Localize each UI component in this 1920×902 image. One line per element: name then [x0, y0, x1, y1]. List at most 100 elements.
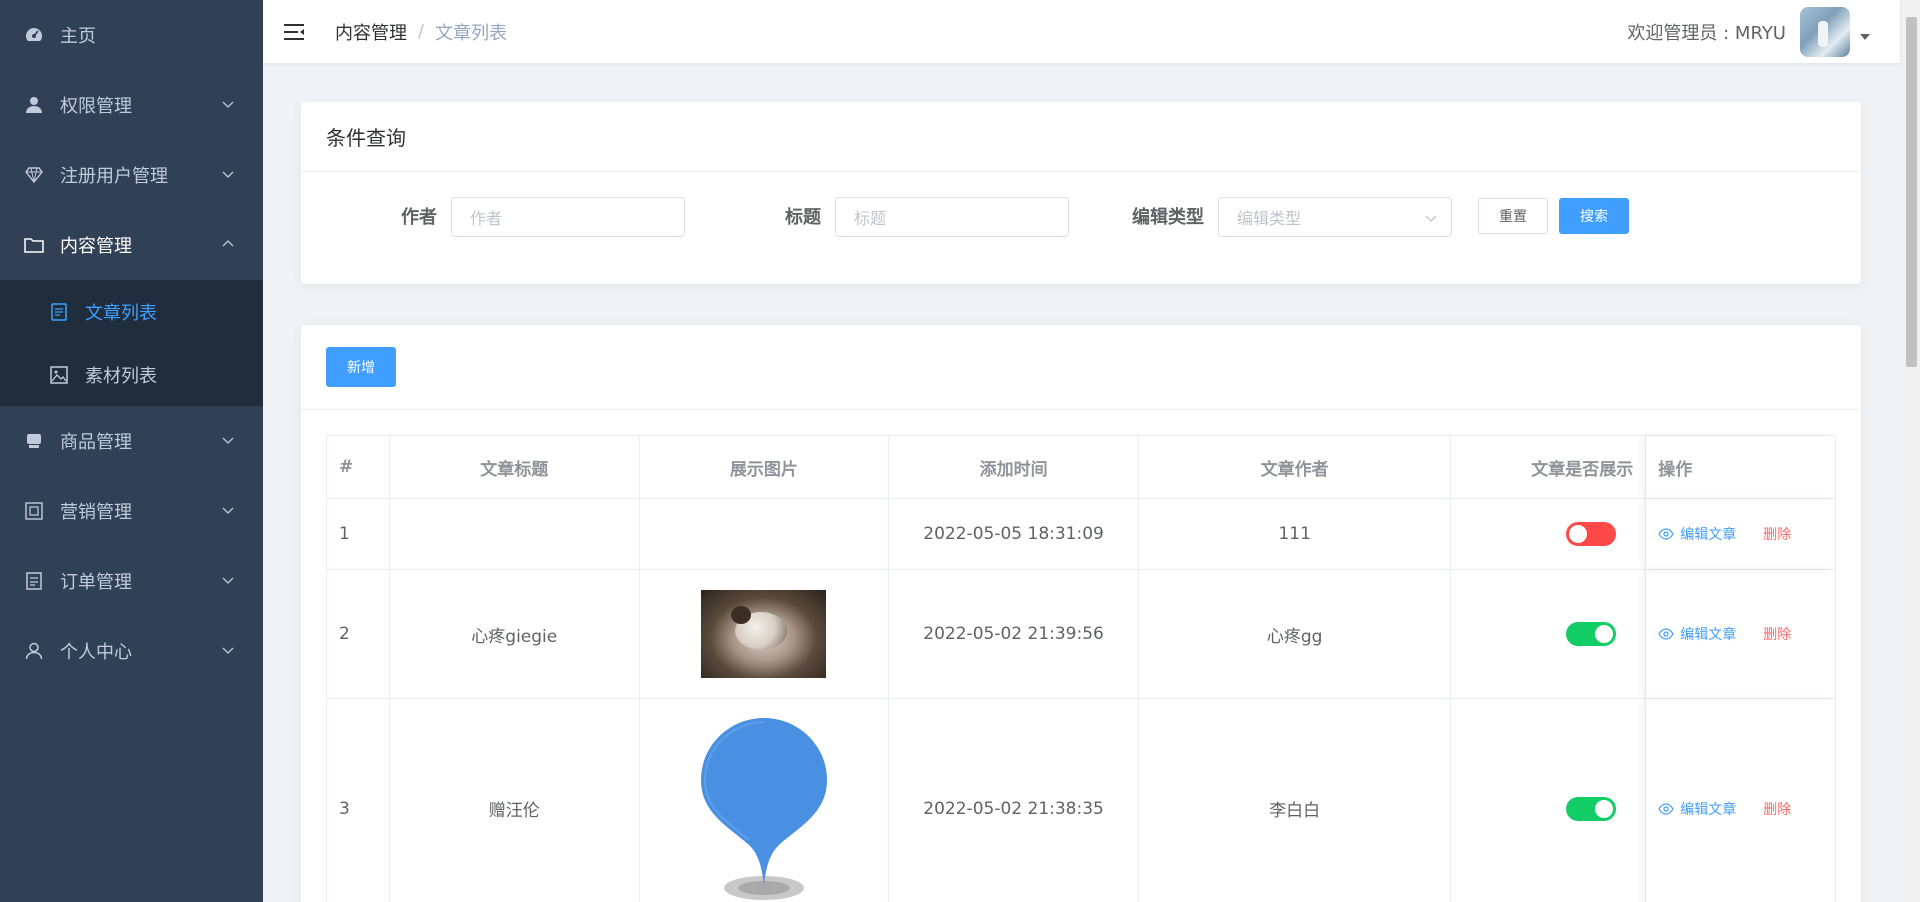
sidebar-item-label: 素材列表: [85, 365, 157, 387]
eye-icon: [1658, 628, 1674, 640]
add-button[interactable]: 新增: [326, 347, 396, 387]
content-submenu: 文章列表 素材列表: [0, 280, 263, 406]
row-actions: 编辑文章 删除: [1646, 699, 1835, 902]
title-placeholder: 标题: [854, 209, 887, 228]
chevron-down-icon: [222, 577, 234, 584]
dashboard-icon: [24, 25, 44, 45]
sidebar-item-label: 主页: [60, 26, 96, 47]
chevron-down-icon: [1425, 215, 1437, 222]
query-card: 条件查询 作者 作者 标题 标题 编辑类型 编辑类型 重置 搜索: [301, 102, 1861, 284]
row-image-empty: [640, 499, 890, 569]
sidebar-item-products[interactable]: 商品管理: [0, 406, 263, 476]
shop-icon: [24, 431, 44, 451]
delete-link[interactable]: 删除: [1763, 624, 1791, 644]
row-index: 1: [327, 499, 390, 569]
sidebar-item-registered-users[interactable]: 注册用户管理: [0, 140, 263, 210]
row-author: 李白白: [1139, 699, 1452, 902]
top-header: 内容管理 / 文章列表 欢迎管理员 : MRYU: [263, 0, 1900, 63]
article-icon: [49, 302, 69, 322]
row-image-cell: [640, 570, 890, 698]
column-header-time: 添加时间: [889, 436, 1139, 498]
sidebar-item-label: 文章列表: [85, 302, 157, 324]
author-input[interactable]: 作者: [451, 197, 685, 237]
welcome-text: 欢迎管理员 : MRYU: [1627, 22, 1786, 44]
table-row: 3 赠汪伦 2022-05-02 21:38:35 李白白 编辑文章 删除: [327, 699, 1835, 902]
column-header-title: 文章标题: [390, 436, 640, 498]
row-index: 2: [327, 570, 390, 698]
query-form: 作者 作者 标题 标题 编辑类型 编辑类型 重置 搜索: [301, 197, 1861, 239]
search-button[interactable]: 搜索: [1559, 198, 1629, 234]
table-header: # 文章标题 展示图片 添加时间 文章作者 文章是否展示 操作: [327, 436, 1835, 499]
sidebar-item-label: 商品管理: [60, 432, 132, 453]
row-title: [390, 499, 640, 569]
row-shown-cell: [1451, 499, 1647, 569]
chevron-down-icon: [222, 101, 234, 108]
article-table: # 文章标题 展示图片 添加时间 文章作者 文章是否展示 操作 1 2022-0…: [326, 435, 1836, 902]
type-label: 编辑类型: [1132, 207, 1204, 228]
sidebar-item-label: 注册用户管理: [60, 166, 168, 187]
cat-photo: [701, 590, 827, 678]
column-header-image: 展示图片: [640, 436, 890, 498]
sidebar-item-marketing[interactable]: 营销管理: [0, 476, 263, 546]
column-header-shown: 文章是否展示: [1451, 436, 1647, 498]
column-header-index: #: [327, 436, 390, 498]
type-select[interactable]: 编辑类型: [1218, 197, 1452, 237]
caret-down-icon[interactable]: [1860, 33, 1870, 40]
column-header-author: 文章作者: [1139, 436, 1452, 498]
sidebar-item-label: 个人中心: [60, 642, 132, 663]
edit-article-link[interactable]: 编辑文章: [1658, 799, 1736, 819]
title-input[interactable]: 标题: [835, 197, 1069, 237]
sidebar-item-material-list[interactable]: 素材列表: [0, 343, 263, 406]
title-label: 标题: [785, 207, 821, 228]
breadcrumb: 内容管理 / 文章列表: [335, 19, 507, 45]
sidebar: 主页 权限管理 注册用户管理 内容管理 文章列表 素材列表 商品管理 营销管理 …: [0, 0, 263, 902]
sidebar-item-label: 订单管理: [60, 572, 132, 593]
chevron-down-icon: [222, 507, 234, 514]
page-scrollbar[interactable]: [1903, 0, 1920, 902]
chevron-down-icon: [222, 647, 234, 654]
edit-article-link[interactable]: 编辑文章: [1658, 624, 1736, 644]
list-toolbar: 新增: [301, 325, 1861, 410]
eye-icon: [1658, 802, 1674, 815]
shown-toggle[interactable]: [1566, 622, 1617, 646]
breadcrumb-item-article-list: 文章列表: [435, 22, 508, 44]
menu-fold-icon[interactable]: [283, 22, 305, 42]
folder-icon: [24, 235, 44, 255]
eye-icon: [1658, 528, 1674, 540]
row-time: 2022-05-02 21:38:35: [889, 699, 1139, 902]
table-row: 2 心疼giegie 2022-05-02 21:39:56 心疼gg 编辑文章…: [327, 570, 1835, 699]
author-placeholder: 作者: [470, 209, 503, 228]
delete-link[interactable]: 删除: [1763, 799, 1791, 819]
sidebar-item-permissions[interactable]: 权限管理: [0, 70, 263, 140]
breadcrumb-item-content[interactable]: 内容管理: [335, 19, 407, 45]
sidebar-item-content[interactable]: 内容管理: [0, 210, 263, 280]
article-list-card: 新增 # 文章标题 展示图片 添加时间 文章作者 文章是否展示 操作 1 202…: [301, 325, 1861, 902]
sidebar-item-home[interactable]: 主页: [0, 0, 263, 70]
row-author: 111: [1139, 499, 1452, 569]
delete-link[interactable]: 删除: [1763, 524, 1791, 544]
row-shown-cell: [1451, 570, 1647, 698]
sidebar-item-label: 权限管理: [60, 96, 132, 117]
reset-button[interactable]: 重置: [1478, 198, 1548, 234]
map-pin-image: [700, 717, 827, 900]
sidebar-item-article-list[interactable]: 文章列表: [0, 280, 263, 343]
person-icon: [24, 641, 44, 661]
edit-label: 编辑文章: [1680, 527, 1737, 543]
user-icon: [24, 95, 44, 115]
user-menu[interactable]: 欢迎管理员 : MRYU: [1627, 0, 1870, 63]
sidebar-item-orders[interactable]: 订单管理: [0, 546, 263, 616]
document-icon: [24, 571, 44, 591]
shown-toggle[interactable]: [1566, 796, 1617, 821]
scrollbar-thumb[interactable]: [1906, 17, 1917, 367]
diamond-icon: [24, 165, 44, 185]
row-shown-cell: [1451, 699, 1647, 902]
sidebar-item-label: 营销管理: [60, 502, 132, 523]
edit-article-link[interactable]: 编辑文章: [1658, 524, 1736, 544]
shown-toggle[interactable]: [1566, 522, 1617, 546]
table-row: 1 2022-05-05 18:31:09 111 编辑文章 删除: [327, 499, 1835, 570]
edit-label: 编辑文章: [1680, 801, 1737, 818]
chevron-down-icon: [222, 437, 234, 444]
avatar[interactable]: [1800, 6, 1850, 57]
sidebar-item-profile[interactable]: 个人中心: [0, 616, 263, 686]
chevron-up-icon: [222, 240, 234, 247]
